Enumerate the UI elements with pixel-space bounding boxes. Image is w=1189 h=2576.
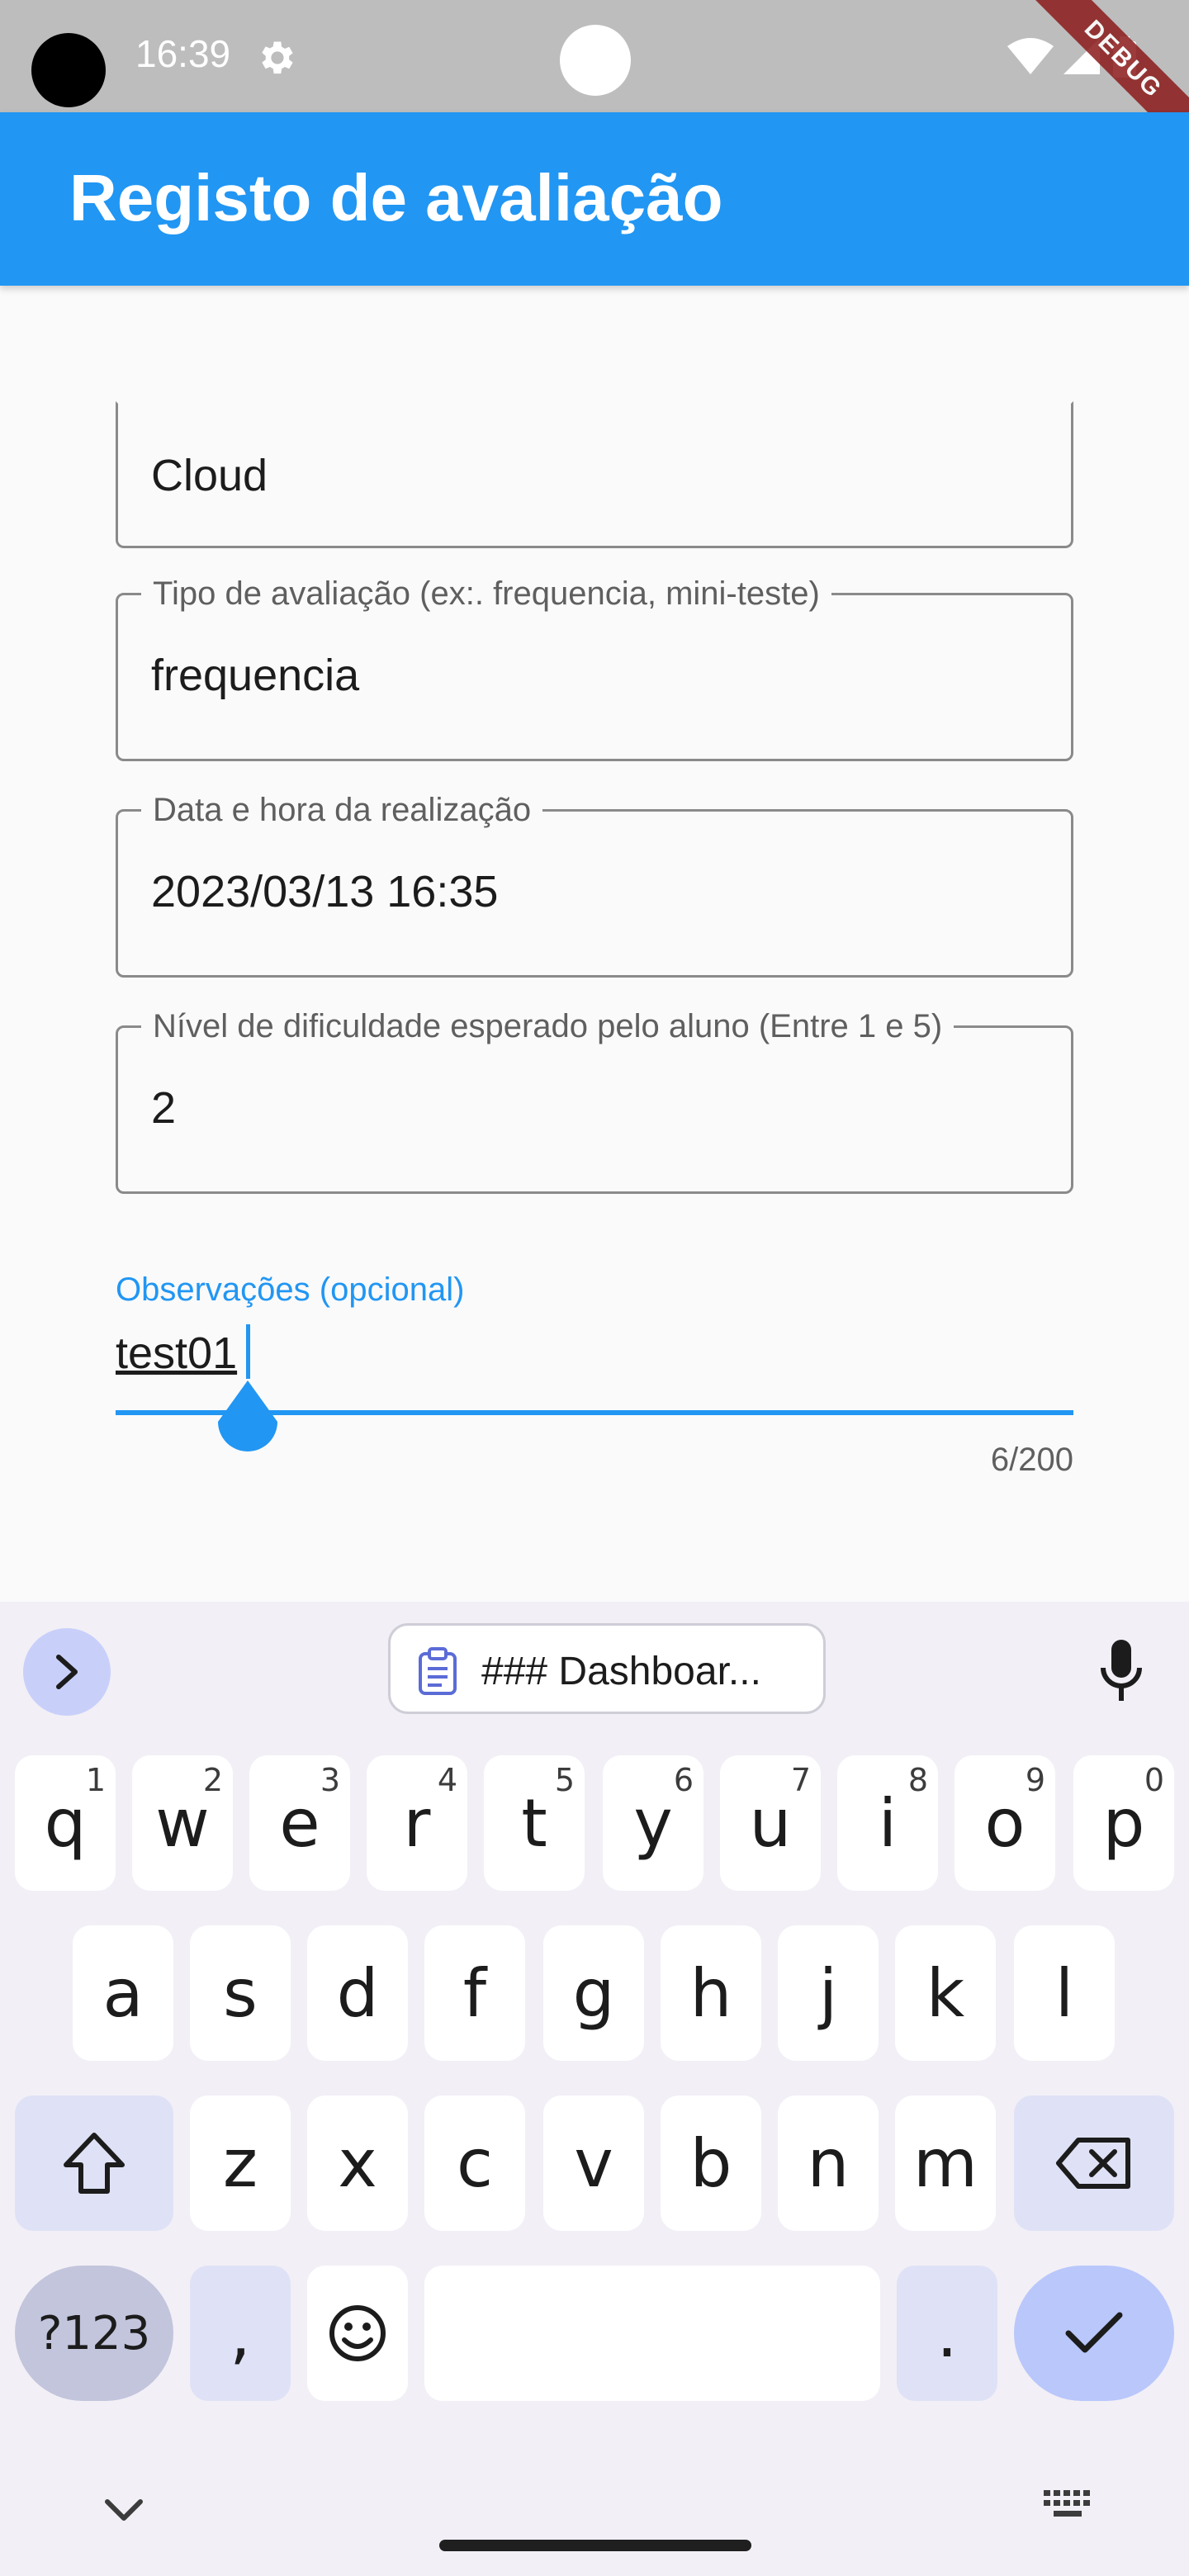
shift-key[interactable] [15, 2095, 173, 2231]
key-z[interactable]: z [190, 2095, 291, 2231]
key-y[interactable]: y6 [603, 1755, 703, 1891]
checkmark-icon [1065, 2312, 1123, 2353]
key-g[interactable]: g [543, 1925, 644, 2061]
key-a[interactable]: a [73, 1925, 173, 2061]
key-k[interactable]: k [895, 1925, 996, 2061]
key-s[interactable]: s [190, 1925, 291, 2061]
evaluation-form: Cloud Tipo de avaliação (ex:. frequencia… [0, 286, 1189, 1602]
wifi-icon [1007, 38, 1054, 74]
emoji-key[interactable] [307, 2266, 408, 2401]
clipboard-icon [419, 1647, 457, 1695]
chevron-down-icon[interactable] [101, 2493, 147, 2526]
symbols-key[interactable]: ?123 [15, 2266, 173, 2401]
status-bar: 16:39 DEBUG [0, 0, 1189, 162]
microphone-icon[interactable] [1098, 1638, 1144, 1704]
camera-cutout [31, 33, 106, 107]
app-bar: Registo de avaliação [0, 112, 1189, 286]
chevron-right-icon [56, 1655, 78, 1689]
keyboard-icon[interactable] [1042, 2488, 1093, 2522]
page-title: Registo de avaliação [69, 161, 723, 234]
key-x[interactable]: x [307, 2095, 408, 2231]
text-cursor [246, 1324, 250, 1379]
settings-gear-icon [262, 41, 293, 74]
key-o[interactable]: o9 [955, 1755, 1055, 1891]
emoji-icon [329, 2305, 386, 2361]
space-key[interactable] [424, 2266, 880, 2401]
discipline-field[interactable]: Cloud [116, 401, 1073, 548]
key-r[interactable]: r4 [367, 1755, 467, 1891]
key-e[interactable]: e3 [249, 1755, 350, 1891]
soft-keyboard: ### Dashboar... q1 w2 e3 r4 t5 y6 u7 i8 … [0, 1602, 1189, 2576]
difficulty-field[interactable]: Nível de dificuldade esperado pelo aluno… [116, 1008, 1073, 1194]
backspace-icon [1056, 2138, 1130, 2189]
key-m[interactable]: m [895, 2095, 996, 2231]
clipboard-suggestion-chip[interactable]: ### Dashboar... [388, 1623, 826, 1714]
character-counter: 6/200 [990, 1442, 1073, 1478]
key-d[interactable]: d [307, 1925, 408, 2061]
backspace-key[interactable] [1014, 2095, 1174, 2231]
key-f[interactable]: f [424, 1925, 525, 2061]
shift-icon [64, 2133, 125, 2194]
discipline-value: Cloud [151, 451, 268, 500]
front-camera-dot [560, 25, 631, 96]
status-time: 16:39 [135, 32, 231, 75]
cursor-handle[interactable] [216, 1380, 279, 1453]
key-n[interactable]: n [778, 2095, 879, 2231]
observations-input[interactable]: test01 [116, 1328, 237, 1379]
key-i[interactable]: i8 [837, 1755, 938, 1891]
date-time-label: Data e hora da realização [141, 792, 543, 829]
key-u[interactable]: u7 [720, 1755, 821, 1891]
key-j[interactable]: j [778, 1925, 879, 2061]
key-p[interactable]: p0 [1073, 1755, 1174, 1891]
key-b[interactable]: b [661, 2095, 761, 2231]
difficulty-value: 2 [151, 1083, 177, 1133]
enter-key[interactable] [1014, 2266, 1174, 2401]
key-q[interactable]: q1 [15, 1755, 116, 1891]
observations-label: Observações (opcional) [116, 1271, 465, 1308]
comma-key[interactable]: , [190, 2266, 291, 2401]
key-t[interactable]: t5 [484, 1755, 585, 1891]
difficulty-label: Nível de dificuldade esperado pelo aluno… [141, 1008, 955, 1045]
home-indicator[interactable] [439, 2540, 751, 2551]
clipboard-suggestion-text: ### Dashboar... [481, 1650, 761, 1693]
key-h[interactable]: h [661, 1925, 761, 2061]
period-key[interactable]: . [897, 2266, 997, 2401]
key-w[interactable]: w2 [132, 1755, 233, 1891]
date-time-field[interactable]: Data e hora da realização 2023/03/13 16:… [116, 792, 1073, 978]
evaluation-type-field[interactable]: Tipo de avaliação (ex:. frequencia, mini… [116, 575, 1073, 761]
key-l[interactable]: l [1014, 1925, 1115, 2061]
toolbar-expand-button[interactable] [23, 1628, 111, 1716]
evaluation-type-label: Tipo de avaliação (ex:. frequencia, mini… [141, 575, 831, 613]
key-c[interactable]: c [424, 2095, 525, 2231]
date-time-value: 2023/03/13 16:35 [151, 867, 499, 916]
evaluation-type-value: frequencia [151, 651, 360, 700]
key-v[interactable]: v [543, 2095, 644, 2231]
